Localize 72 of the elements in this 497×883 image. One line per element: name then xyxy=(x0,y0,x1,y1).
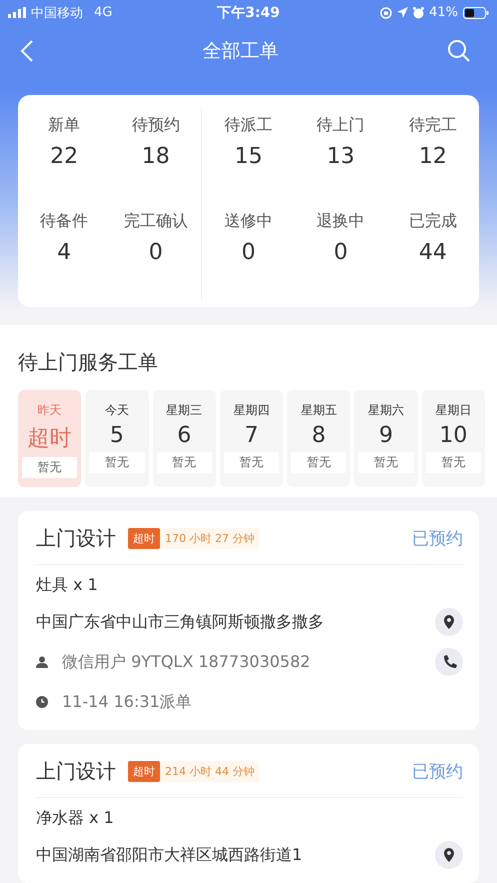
section-title: 待上门服务工单 xyxy=(18,349,159,376)
phone-icon[interactable] xyxy=(435,648,463,676)
stat-item[interactable]: 待备件 4 xyxy=(18,205,110,301)
address-text: 中国湖南省邵阳市大祥区城西路街道1 xyxy=(36,844,304,866)
order-status: 已预约 xyxy=(412,761,463,783)
stat-item[interactable]: 送修中 0 xyxy=(202,205,295,301)
day-note: 暂无 xyxy=(358,452,414,473)
dispatch-time: 11-14 16:31派单 xyxy=(62,692,193,712)
overdue-duration: 214 小时 44 分钟 xyxy=(160,761,260,782)
day-tab[interactable]: 今天 5 暂无 xyxy=(85,390,149,487)
day-tab[interactable]: 星期五 8 暂无 xyxy=(287,390,350,487)
product-text: 净水器 x 1 xyxy=(36,808,115,829)
battery-percent: 41% xyxy=(429,5,458,20)
day-tab[interactable]: 昨天 超时 暂无 xyxy=(18,390,82,487)
stat-item[interactable]: 待上门 13 xyxy=(294,109,387,205)
day-label: 星期四 xyxy=(233,402,270,419)
day-count: 8 xyxy=(312,423,326,448)
day-count: 5 xyxy=(110,423,124,448)
day-label: 星期三 xyxy=(166,402,202,419)
day-note: 暂无 xyxy=(22,457,78,478)
order-title: 上门设计 xyxy=(36,758,116,785)
carrier-name: 中国移动 xyxy=(31,4,83,22)
back-icon[interactable] xyxy=(20,39,34,63)
day-tab[interactable]: 星期六 9 暂无 xyxy=(354,390,418,487)
day-tab[interactable]: 星期四 7 暂无 xyxy=(220,390,284,487)
signal-icon xyxy=(8,7,26,18)
clock-icon xyxy=(36,696,48,708)
day-note: 暂无 xyxy=(426,452,481,473)
day-note: 暂无 xyxy=(291,452,346,473)
day-count: 6 xyxy=(177,423,192,448)
address-text: 中国广东省中山市三角镇阿斯顿撒多撒多 xyxy=(36,612,325,632)
clock: 下午3:49 xyxy=(217,4,280,22)
day-count: 10 xyxy=(439,423,468,448)
page-title: 全部工单 xyxy=(202,39,278,64)
alarm-icon xyxy=(413,6,424,18)
map-pin-icon[interactable] xyxy=(435,608,463,636)
order-card[interactable]: 上门设计 超时 214 小时 44 分钟 已预约 净水器 x 1 中国湖南省邵阳市大祥区城西路街道1 xyxy=(18,744,479,883)
stat-item[interactable]: 已完成 44 xyxy=(386,205,479,301)
day-tab[interactable]: 星期三 6 暂无 xyxy=(152,390,216,487)
overdue-duration: 170 小时 27 分钟 xyxy=(160,528,260,549)
day-note: 暂无 xyxy=(156,452,212,473)
overdue-badge: 超时 xyxy=(128,761,160,782)
day-note: 暂无 xyxy=(224,452,280,473)
order-status: 已预约 xyxy=(412,528,463,550)
day-label: 今天 xyxy=(104,402,129,419)
stat-item[interactable]: 待预约 18 xyxy=(110,109,202,205)
stat-item[interactable]: 退换中 0 xyxy=(294,205,387,301)
day-label: 星期五 xyxy=(300,402,337,419)
day-count: 超时 xyxy=(28,425,72,453)
network-type: 4G xyxy=(94,5,112,20)
person-icon xyxy=(36,656,48,668)
search-icon[interactable] xyxy=(447,39,471,63)
stat-item[interactable]: 新单 22 xyxy=(18,109,110,205)
battery-icon xyxy=(462,6,489,18)
day-tab[interactable]: 星期日 10 暂无 xyxy=(422,390,485,487)
day-label: 星期日 xyxy=(435,402,472,419)
day-note: 暂无 xyxy=(89,452,145,473)
order-card[interactable]: 上门设计 超时 170 小时 27 分钟 已预约 灶具 x 1 中国广东省中山市三角镇阿斯顿撒多撒多 微信用户 9YTQLX 18773030582 11-14 16:31派单 xyxy=(18,511,479,730)
day-label: 星期六 xyxy=(368,402,404,419)
day-label: 昨天 xyxy=(38,402,62,419)
order-title: 上门设计 xyxy=(36,525,116,552)
product-text: 灶具 x 1 xyxy=(36,575,99,596)
location-icon xyxy=(397,7,408,18)
day-count: 9 xyxy=(379,423,394,448)
contact-text: 微信用户 9YTQLX 18773030582 xyxy=(62,652,312,672)
rotation-lock-icon xyxy=(380,6,392,18)
stat-item[interactable]: 待完工 12 xyxy=(386,109,479,205)
overdue-badge: 超时 xyxy=(128,528,160,549)
stat-item[interactable]: 待派工 15 xyxy=(202,109,295,205)
stat-item[interactable]: 完工确认 0 xyxy=(110,205,202,301)
day-count: 7 xyxy=(244,423,258,448)
map-pin-icon[interactable] xyxy=(435,841,463,869)
